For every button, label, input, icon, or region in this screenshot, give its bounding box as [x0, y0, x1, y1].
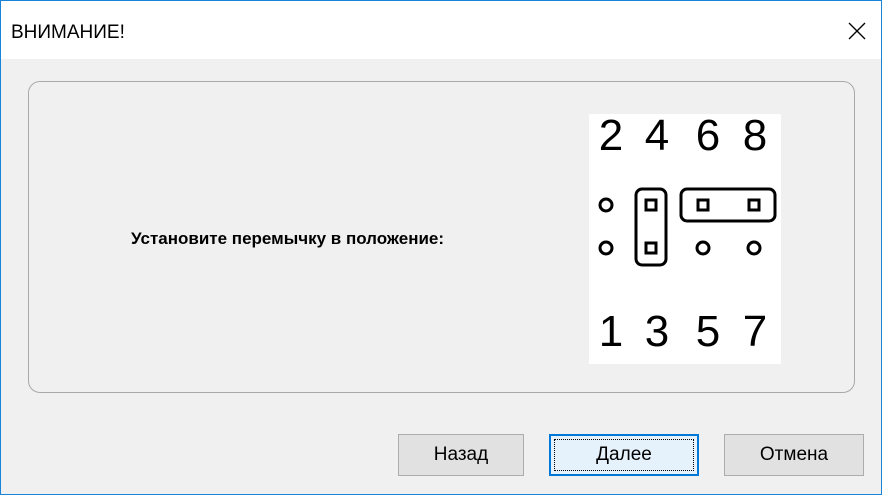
dialog-window: ВНИМАНИЕ! Установите перемычку в положен… — [0, 0, 882, 495]
pin-label-1: 1 — [598, 307, 624, 356]
next-button[interactable]: Далее — [549, 434, 699, 476]
pin-label-5: 5 — [695, 307, 721, 356]
close-icon — [848, 22, 866, 40]
pin-label-8: 8 — [742, 111, 768, 160]
pin-label-4: 4 — [644, 111, 670, 160]
pin-label-6: 6 — [695, 111, 721, 160]
pin-label-3: 3 — [644, 307, 670, 356]
jumper-cap-6-8 — [679, 187, 777, 223]
close-button[interactable] — [833, 9, 881, 53]
next-button-label: Далее — [596, 444, 652, 465]
pin-1 — [598, 240, 614, 256]
pin-8 — [747, 198, 761, 212]
pin-4 — [644, 198, 658, 212]
pin-2 — [598, 197, 614, 213]
back-button[interactable]: Назад — [398, 434, 524, 476]
pin-6 — [696, 198, 710, 212]
pin-label-2: 2 — [598, 111, 624, 160]
pin-label-7: 7 — [742, 307, 768, 356]
pin-5 — [695, 240, 711, 256]
cancel-button[interactable]: Отмена — [724, 434, 864, 476]
instruction-text: Установите перемычку в положение: — [131, 229, 445, 248]
jumper-diagram: 2 4 6 8 1 3 5 7 — [589, 114, 781, 364]
window-title: ВНИМАНИЕ! — [11, 22, 125, 43]
pin-3 — [644, 241, 658, 255]
pin-7 — [746, 240, 762, 256]
jumper-pins — [598, 187, 777, 267]
title-bar: ВНИМАНИЕ! — [1, 1, 881, 59]
